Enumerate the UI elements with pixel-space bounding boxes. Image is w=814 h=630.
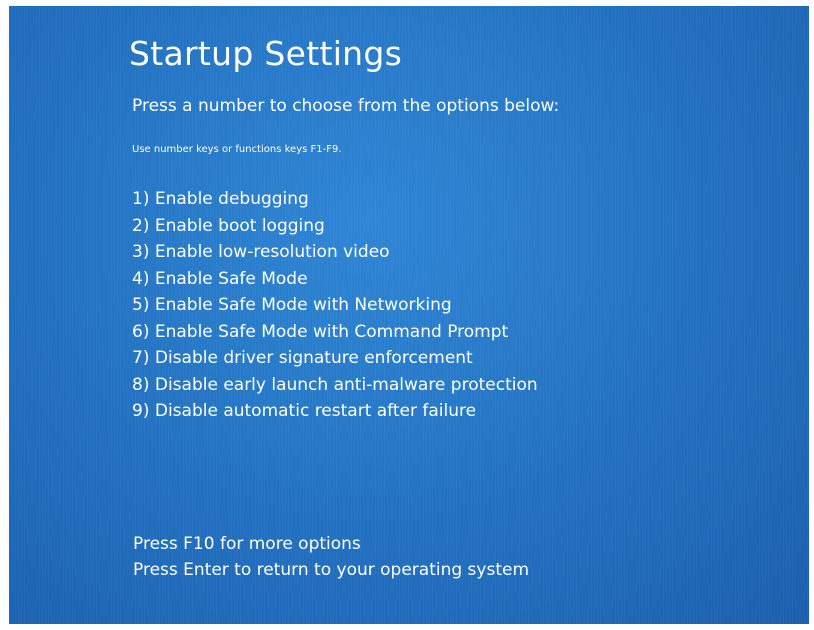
keys-hint-text: Use number keys or functions keys F1-F9. bbox=[132, 144, 342, 155]
footer: Press F10 for more options Press Enter t… bbox=[133, 531, 529, 583]
option-enable-safe-mode-networking[interactable]: 5) Enable Safe Mode with Networking bbox=[132, 292, 538, 319]
option-disable-driver-signature-enforcement[interactable]: 7) Disable driver signature enforcement bbox=[132, 345, 538, 372]
option-enable-debugging[interactable]: 1) Enable debugging bbox=[132, 186, 538, 213]
options-list: 1) Enable debugging 2) Enable boot loggi… bbox=[132, 186, 538, 425]
option-enable-low-resolution-video[interactable]: 3) Enable low-resolution video bbox=[132, 239, 538, 266]
startup-settings-screen: Startup Settings Press a number to choos… bbox=[9, 6, 809, 624]
instructions-text: Press a number to choose from the option… bbox=[132, 96, 560, 116]
return-to-os-prompt[interactable]: Press Enter to return to your operating … bbox=[133, 557, 529, 583]
option-disable-early-launch-anti-malware[interactable]: 8) Disable early launch anti-malware pro… bbox=[132, 372, 538, 399]
option-enable-safe-mode[interactable]: 4) Enable Safe Mode bbox=[132, 266, 538, 293]
more-options-prompt[interactable]: Press F10 for more options bbox=[133, 531, 529, 557]
option-enable-safe-mode-command-prompt[interactable]: 6) Enable Safe Mode with Command Prompt bbox=[132, 319, 538, 346]
option-enable-boot-logging[interactable]: 2) Enable boot logging bbox=[132, 213, 538, 240]
page-title: Startup Settings bbox=[129, 34, 403, 73]
option-disable-automatic-restart[interactable]: 9) Disable automatic restart after failu… bbox=[132, 398, 538, 425]
